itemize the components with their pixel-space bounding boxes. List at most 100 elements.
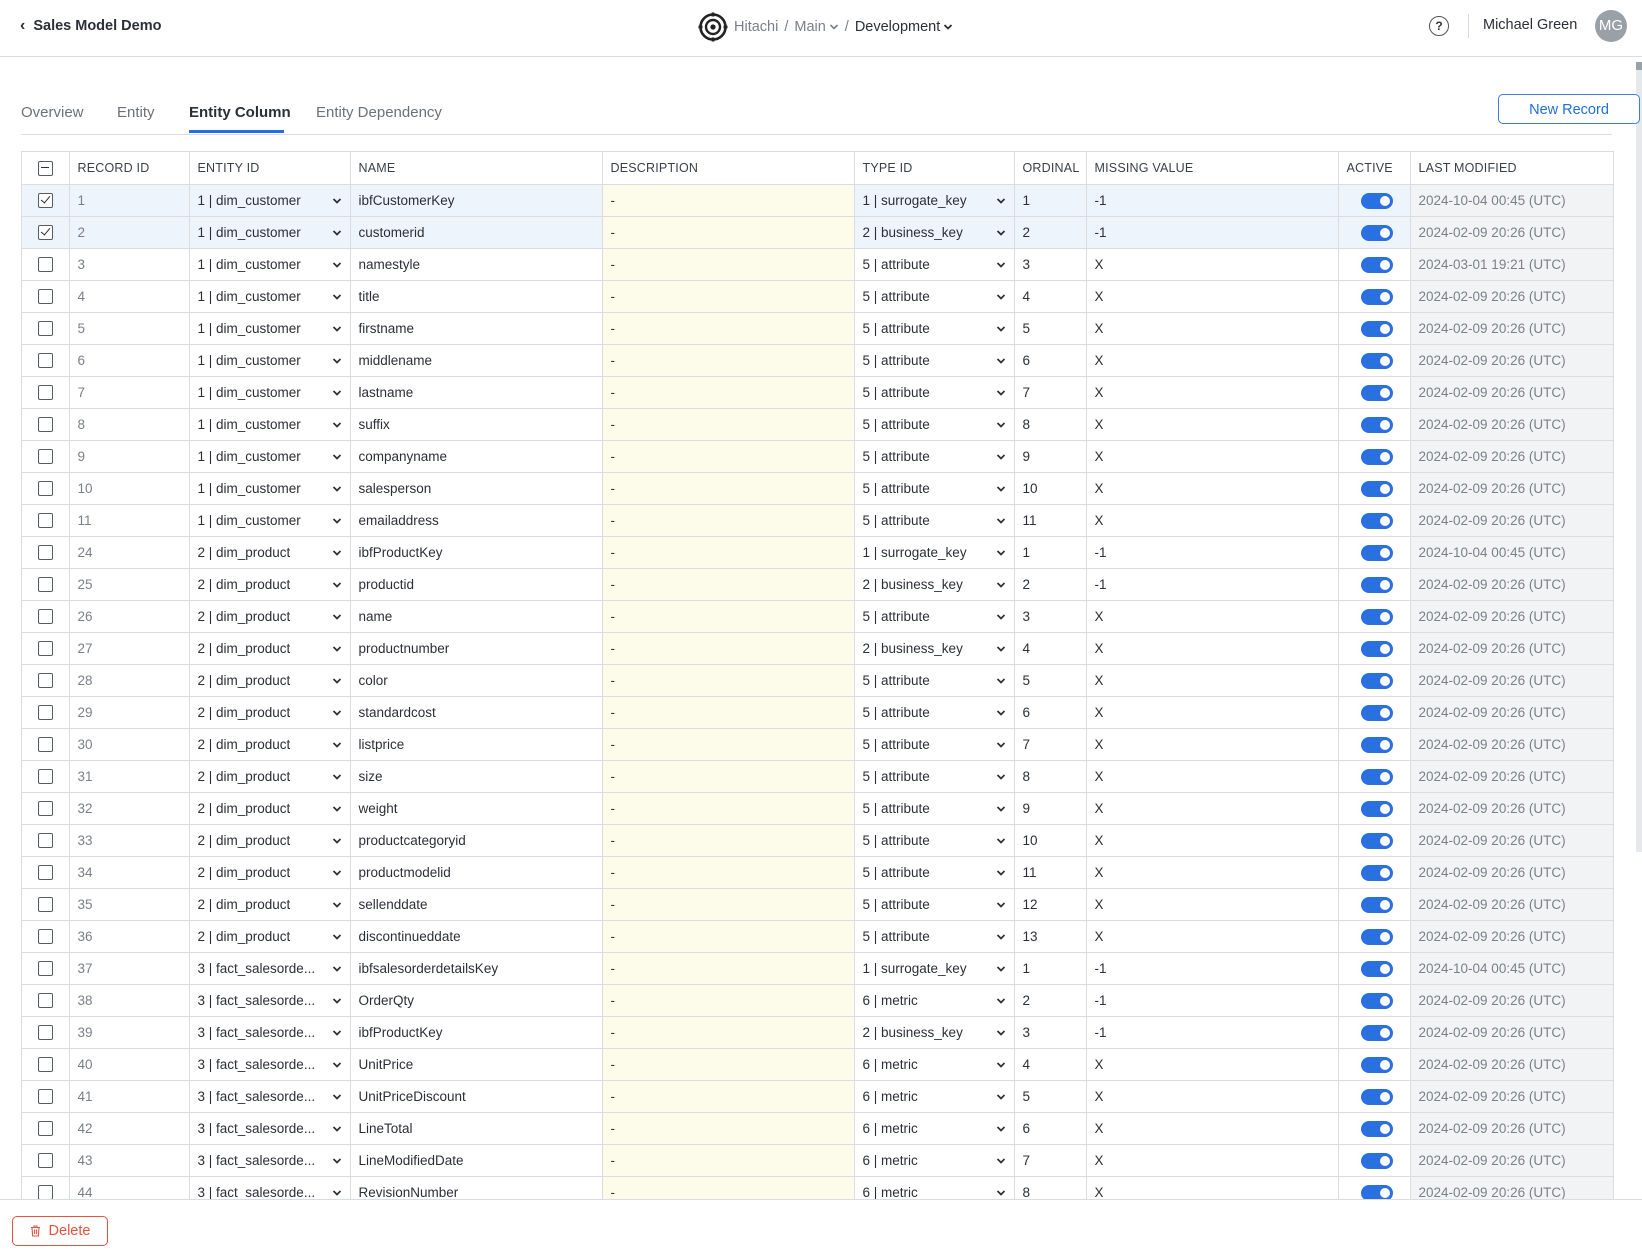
type-id-select[interactable]: 5 | attribute: [854, 728, 1015, 761]
entity-id-select[interactable]: 1 | dim_customer: [189, 376, 351, 409]
description-cell[interactable]: -: [602, 536, 855, 569]
type-id-select[interactable]: 2 | business_key: [854, 1016, 1015, 1049]
entity-id-select[interactable]: 2 | dim_product: [189, 568, 351, 601]
entity-id-select[interactable]: 1 | dim_customer: [189, 344, 351, 377]
name-cell[interactable]: firstname: [350, 312, 603, 345]
active-toggle[interactable]: [1360, 192, 1393, 209]
active-toggle[interactable]: [1360, 1120, 1393, 1137]
name-cell[interactable]: customerid: [350, 216, 603, 249]
column-header-active[interactable]: ACTIVE: [1338, 152, 1411, 185]
entity-id-select[interactable]: 1 | dim_customer: [189, 280, 351, 313]
missing-value-cell[interactable]: X: [1086, 472, 1339, 505]
ordinal-cell[interactable]: 2: [1014, 216, 1087, 249]
table-row[interactable]: 6 1 | dim_customer middlename -5 | attribut…: [22, 344, 1613, 377]
description-cell[interactable]: -: [602, 344, 855, 377]
name-cell[interactable]: standardcost: [350, 696, 603, 729]
ordinal-cell[interactable]: 9: [1014, 440, 1087, 473]
description-cell[interactable]: -: [602, 504, 855, 537]
table-row[interactable]: 26 2 | dim_product name -5 | attribute 3 X 202…: [22, 600, 1613, 633]
description-cell[interactable]: -: [602, 728, 855, 761]
missing-value-cell[interactable]: -1: [1086, 216, 1339, 249]
table-row[interactable]: 41 3 | fact_salesorde... UnitPriceDiscount…: [22, 1080, 1613, 1113]
ordinal-cell[interactable]: 5: [1014, 312, 1087, 345]
type-id-select[interactable]: 6 | metric: [854, 1144, 1015, 1177]
active-toggle[interactable]: [1360, 864, 1393, 881]
missing-value-cell[interactable]: X: [1086, 632, 1339, 665]
missing-value-cell[interactable]: X: [1086, 600, 1339, 633]
description-cell[interactable]: -: [602, 888, 855, 921]
active-toggle[interactable]: [1360, 1024, 1393, 1041]
entity-id-select[interactable]: 2 | dim_product: [189, 888, 351, 921]
column-header-description[interactable]: DESCRIPTION: [602, 152, 855, 185]
table-row[interactable]: 24 2 | dim_product ibfProductKey -1 | surro…: [22, 536, 1613, 569]
type-id-select[interactable]: 1 | surrogate_key: [854, 952, 1015, 985]
missing-value-cell[interactable]: X: [1086, 1048, 1339, 1081]
name-cell[interactable]: title: [350, 280, 603, 313]
type-id-select[interactable]: 5 | attribute: [854, 760, 1015, 793]
new-record-button[interactable]: New Record: [1498, 94, 1640, 124]
active-toggle[interactable]: [1360, 288, 1393, 305]
ordinal-cell[interactable]: 9: [1014, 792, 1087, 825]
entity-id-select[interactable]: 3 | fact_salesorde...: [189, 984, 351, 1017]
entity-id-select[interactable]: 2 | dim_product: [189, 824, 351, 857]
row-checkbox[interactable]: [37, 577, 53, 593]
type-id-select[interactable]: 5 | attribute: [854, 600, 1015, 633]
row-checkbox[interactable]: [37, 737, 53, 753]
row-checkbox[interactable]: [37, 1089, 53, 1105]
entity-id-select[interactable]: 2 | dim_product: [189, 600, 351, 633]
name-cell[interactable]: lastname: [350, 376, 603, 409]
column-header-record-id[interactable]: RECORD ID: [69, 152, 190, 185]
entity-id-select[interactable]: 3 | fact_salesorde...: [189, 1080, 351, 1113]
active-toggle[interactable]: [1360, 544, 1393, 561]
table-row[interactable]: 29 2 | dim_product standardcost -5 | attrib…: [22, 696, 1613, 729]
row-checkbox[interactable]: [37, 417, 53, 433]
row-checkbox[interactable]: [37, 225, 53, 241]
name-cell[interactable]: ibfProductKey: [350, 1016, 603, 1049]
table-row[interactable]: 34 2 | dim_product productmodelid -5 | attr…: [22, 856, 1613, 889]
description-cell[interactable]: -: [602, 984, 855, 1017]
description-cell[interactable]: -: [602, 856, 855, 889]
row-checkbox[interactable]: [37, 769, 53, 785]
missing-value-cell[interactable]: X: [1086, 312, 1339, 345]
entity-id-select[interactable]: 2 | dim_product: [189, 792, 351, 825]
missing-value-cell[interactable]: X: [1086, 344, 1339, 377]
name-cell[interactable]: companyname: [350, 440, 603, 473]
missing-value-cell[interactable]: X: [1086, 760, 1339, 793]
active-toggle[interactable]: [1360, 1056, 1393, 1073]
type-id-select[interactable]: 5 | attribute: [854, 504, 1015, 537]
avatar[interactable]: MG: [1595, 10, 1627, 42]
page-scrollbar[interactable]: [1636, 62, 1642, 852]
type-id-select[interactable]: 2 | business_key: [854, 216, 1015, 249]
entity-id-select[interactable]: 3 | fact_salesorde...: [189, 1048, 351, 1081]
scrollbar-thumb[interactable]: [1636, 62, 1642, 70]
delete-button[interactable]: Delete: [12, 1216, 108, 1246]
active-toggle[interactable]: [1360, 960, 1393, 977]
row-checkbox[interactable]: [37, 545, 53, 561]
name-cell[interactable]: productid: [350, 568, 603, 601]
table-row[interactable]: 32 2 | dim_product weight -5 | attribute 9 X 2…: [22, 792, 1613, 825]
select-all-checkbox[interactable]: [37, 160, 53, 176]
entity-id-select[interactable]: 3 | fact_salesorde...: [189, 1112, 351, 1145]
table-row[interactable]: 30 2 | dim_product listprice -5 | attribute…: [22, 728, 1613, 761]
entity-id-select[interactable]: 1 | dim_customer: [189, 216, 351, 249]
missing-value-cell[interactable]: X: [1086, 1176, 1339, 1200]
type-id-select[interactable]: 5 | attribute: [854, 920, 1015, 953]
description-cell[interactable]: -: [602, 1016, 855, 1049]
type-id-select[interactable]: 6 | metric: [854, 1176, 1015, 1200]
type-id-select[interactable]: 5 | attribute: [854, 664, 1015, 697]
table-row[interactable]: 31 2 | dim_product size -5 | attribute 8 X 202…: [22, 760, 1613, 793]
missing-value-cell[interactable]: X: [1086, 824, 1339, 857]
name-cell[interactable]: LineModifiedDate: [350, 1144, 603, 1177]
tab-entity[interactable]: Entity: [117, 104, 155, 121]
table-row[interactable]: 33 2 | dim_product productcategoryid -5 | a…: [22, 824, 1613, 857]
name-cell[interactable]: size: [350, 760, 603, 793]
tab-entity-dependency[interactable]: Entity Dependency: [316, 104, 442, 121]
ordinal-cell[interactable]: 8: [1014, 1176, 1087, 1200]
missing-value-cell[interactable]: -1: [1086, 952, 1339, 985]
column-header-last-modified[interactable]: LAST MODIFIED: [1410, 152, 1613, 185]
entity-id-select[interactable]: 3 | fact_salesorde...: [189, 1016, 351, 1049]
row-checkbox[interactable]: [37, 929, 53, 945]
active-toggle[interactable]: [1360, 608, 1393, 625]
back-link[interactable]: ‹ Sales Model Demo: [20, 17, 161, 35]
missing-value-cell[interactable]: X: [1086, 1144, 1339, 1177]
